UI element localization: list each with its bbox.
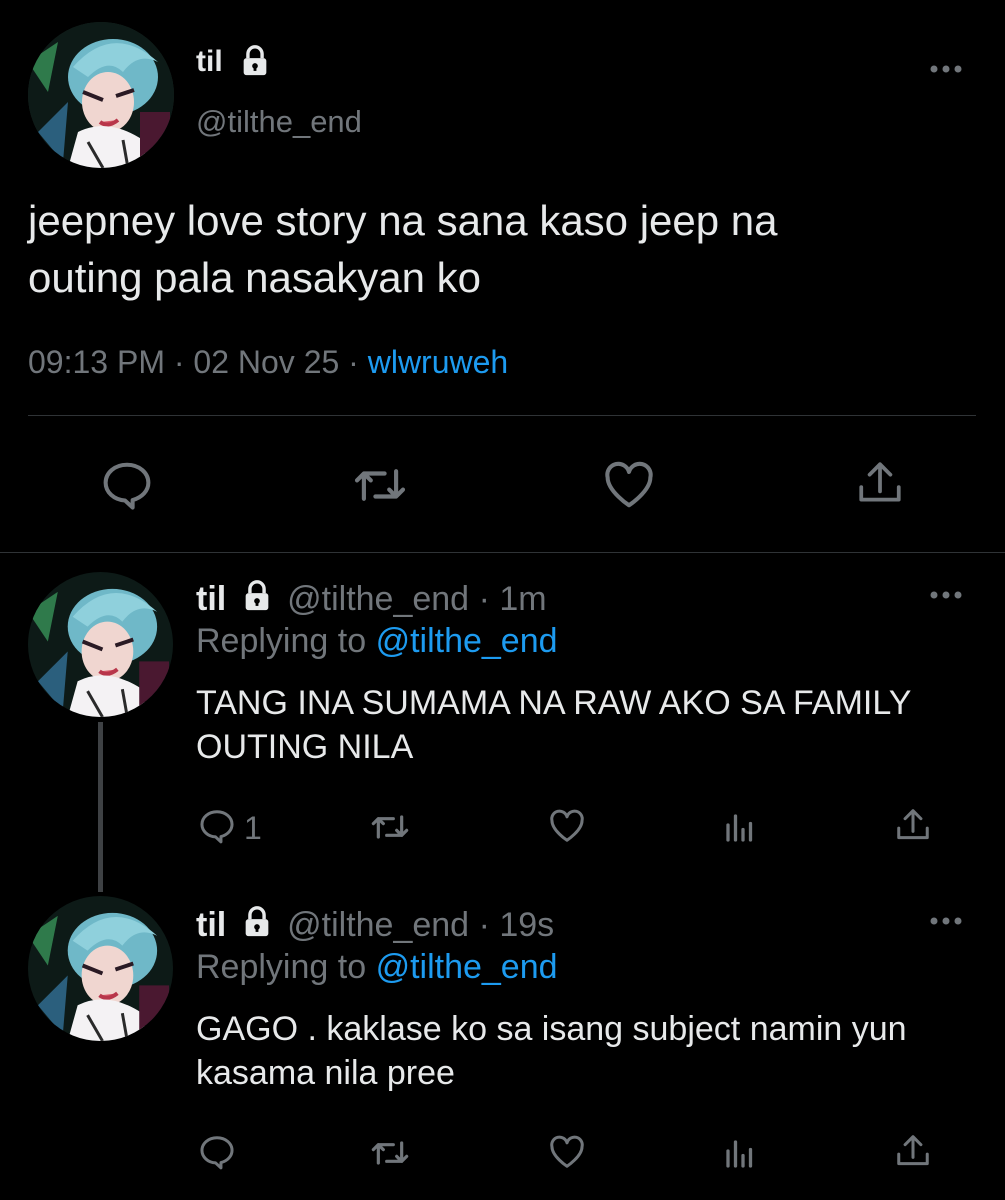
tweet-date: 02 Nov 25 <box>193 344 340 380</box>
meta-separator: · <box>173 344 185 380</box>
meta-separator: · <box>348 344 359 380</box>
reply-bubble-icon[interactable] <box>198 1134 236 1170</box>
tweet-meta: 09:13 PM · 02 Nov 25 · wlwruweh <box>28 342 508 382</box>
more-horizontal-icon[interactable] <box>928 62 964 81</box>
reply-header: til @tilthe_end · 19s <box>196 904 554 949</box>
reply-text-line1: GAGO . kaklase ko sa isang subject namin… <box>196 1010 907 1048</box>
heart-icon[interactable] <box>602 460 656 510</box>
meta-separator: · <box>478 580 490 618</box>
heart-icon[interactable] <box>548 808 586 844</box>
more-horizontal-icon[interactable] <box>928 914 964 933</box>
reply-text-line2: OUTING NILA <box>196 728 414 766</box>
retweet-icon[interactable] <box>352 462 408 508</box>
retweet-icon[interactable] <box>370 810 410 844</box>
share-icon[interactable] <box>894 1132 932 1170</box>
analytics-icon[interactable] <box>722 810 758 846</box>
tweet-text-line1: jeepney love story na sana kaso jeep na <box>28 197 778 244</box>
retweet-icon[interactable] <box>370 1136 410 1170</box>
reply-text-line2: kasama nila pree <box>196 1054 455 1092</box>
avatar[interactable] <box>28 572 173 717</box>
display-name[interactable]: til <box>196 44 223 80</box>
handle[interactable]: @tilthe_end <box>287 580 469 618</box>
section-divider <box>0 552 1005 553</box>
heart-icon[interactable] <box>548 1134 586 1170</box>
handle[interactable]: @tilthe_end <box>287 906 469 944</box>
more-horizontal-icon[interactable] <box>928 588 964 607</box>
divider <box>28 415 976 416</box>
reply-bubble-icon[interactable] <box>198 808 236 844</box>
reply-header: til @tilthe_end · 1m <box>196 578 547 623</box>
avatar[interactable] <box>28 22 174 168</box>
display-name[interactable]: til <box>196 906 226 944</box>
lock-icon <box>238 44 272 83</box>
replying-to: Replying to @tilthe_end <box>196 620 558 662</box>
reply-bubble-icon[interactable] <box>100 460 154 510</box>
share-icon[interactable] <box>894 806 932 844</box>
tweet-text-line2: outing pala nasakyan ko <box>28 254 481 301</box>
replying-to: Replying to @tilthe_end <box>196 946 558 988</box>
reply-age: 1m <box>499 580 547 618</box>
share-icon[interactable] <box>854 458 906 508</box>
meta-separator: · <box>478 906 490 944</box>
tweet-time: 09:13 PM <box>28 344 165 380</box>
reply-text-line1: TANG INA SUMAMA NA RAW AKO SA FAMILY <box>196 684 912 722</box>
replying-prefix: Replying to <box>196 948 367 986</box>
lock-icon <box>240 905 274 949</box>
avatar[interactable] <box>28 896 173 1041</box>
analytics-icon[interactable] <box>722 1136 758 1172</box>
replying-prefix: Replying to <box>196 622 367 660</box>
reply-age: 19s <box>499 906 555 944</box>
reply-count: 1 <box>244 810 262 846</box>
display-name[interactable]: til <box>196 580 226 618</box>
handle[interactable]: @tilthe_end <box>196 103 362 141</box>
tweet-source-link[interactable]: wlwruweh <box>368 344 508 380</box>
replying-to-handle[interactable]: @tilthe_end <box>376 622 558 660</box>
lock-icon <box>240 579 274 623</box>
replying-to-handle[interactable]: @tilthe_end <box>376 948 558 986</box>
thread-line <box>98 722 103 892</box>
